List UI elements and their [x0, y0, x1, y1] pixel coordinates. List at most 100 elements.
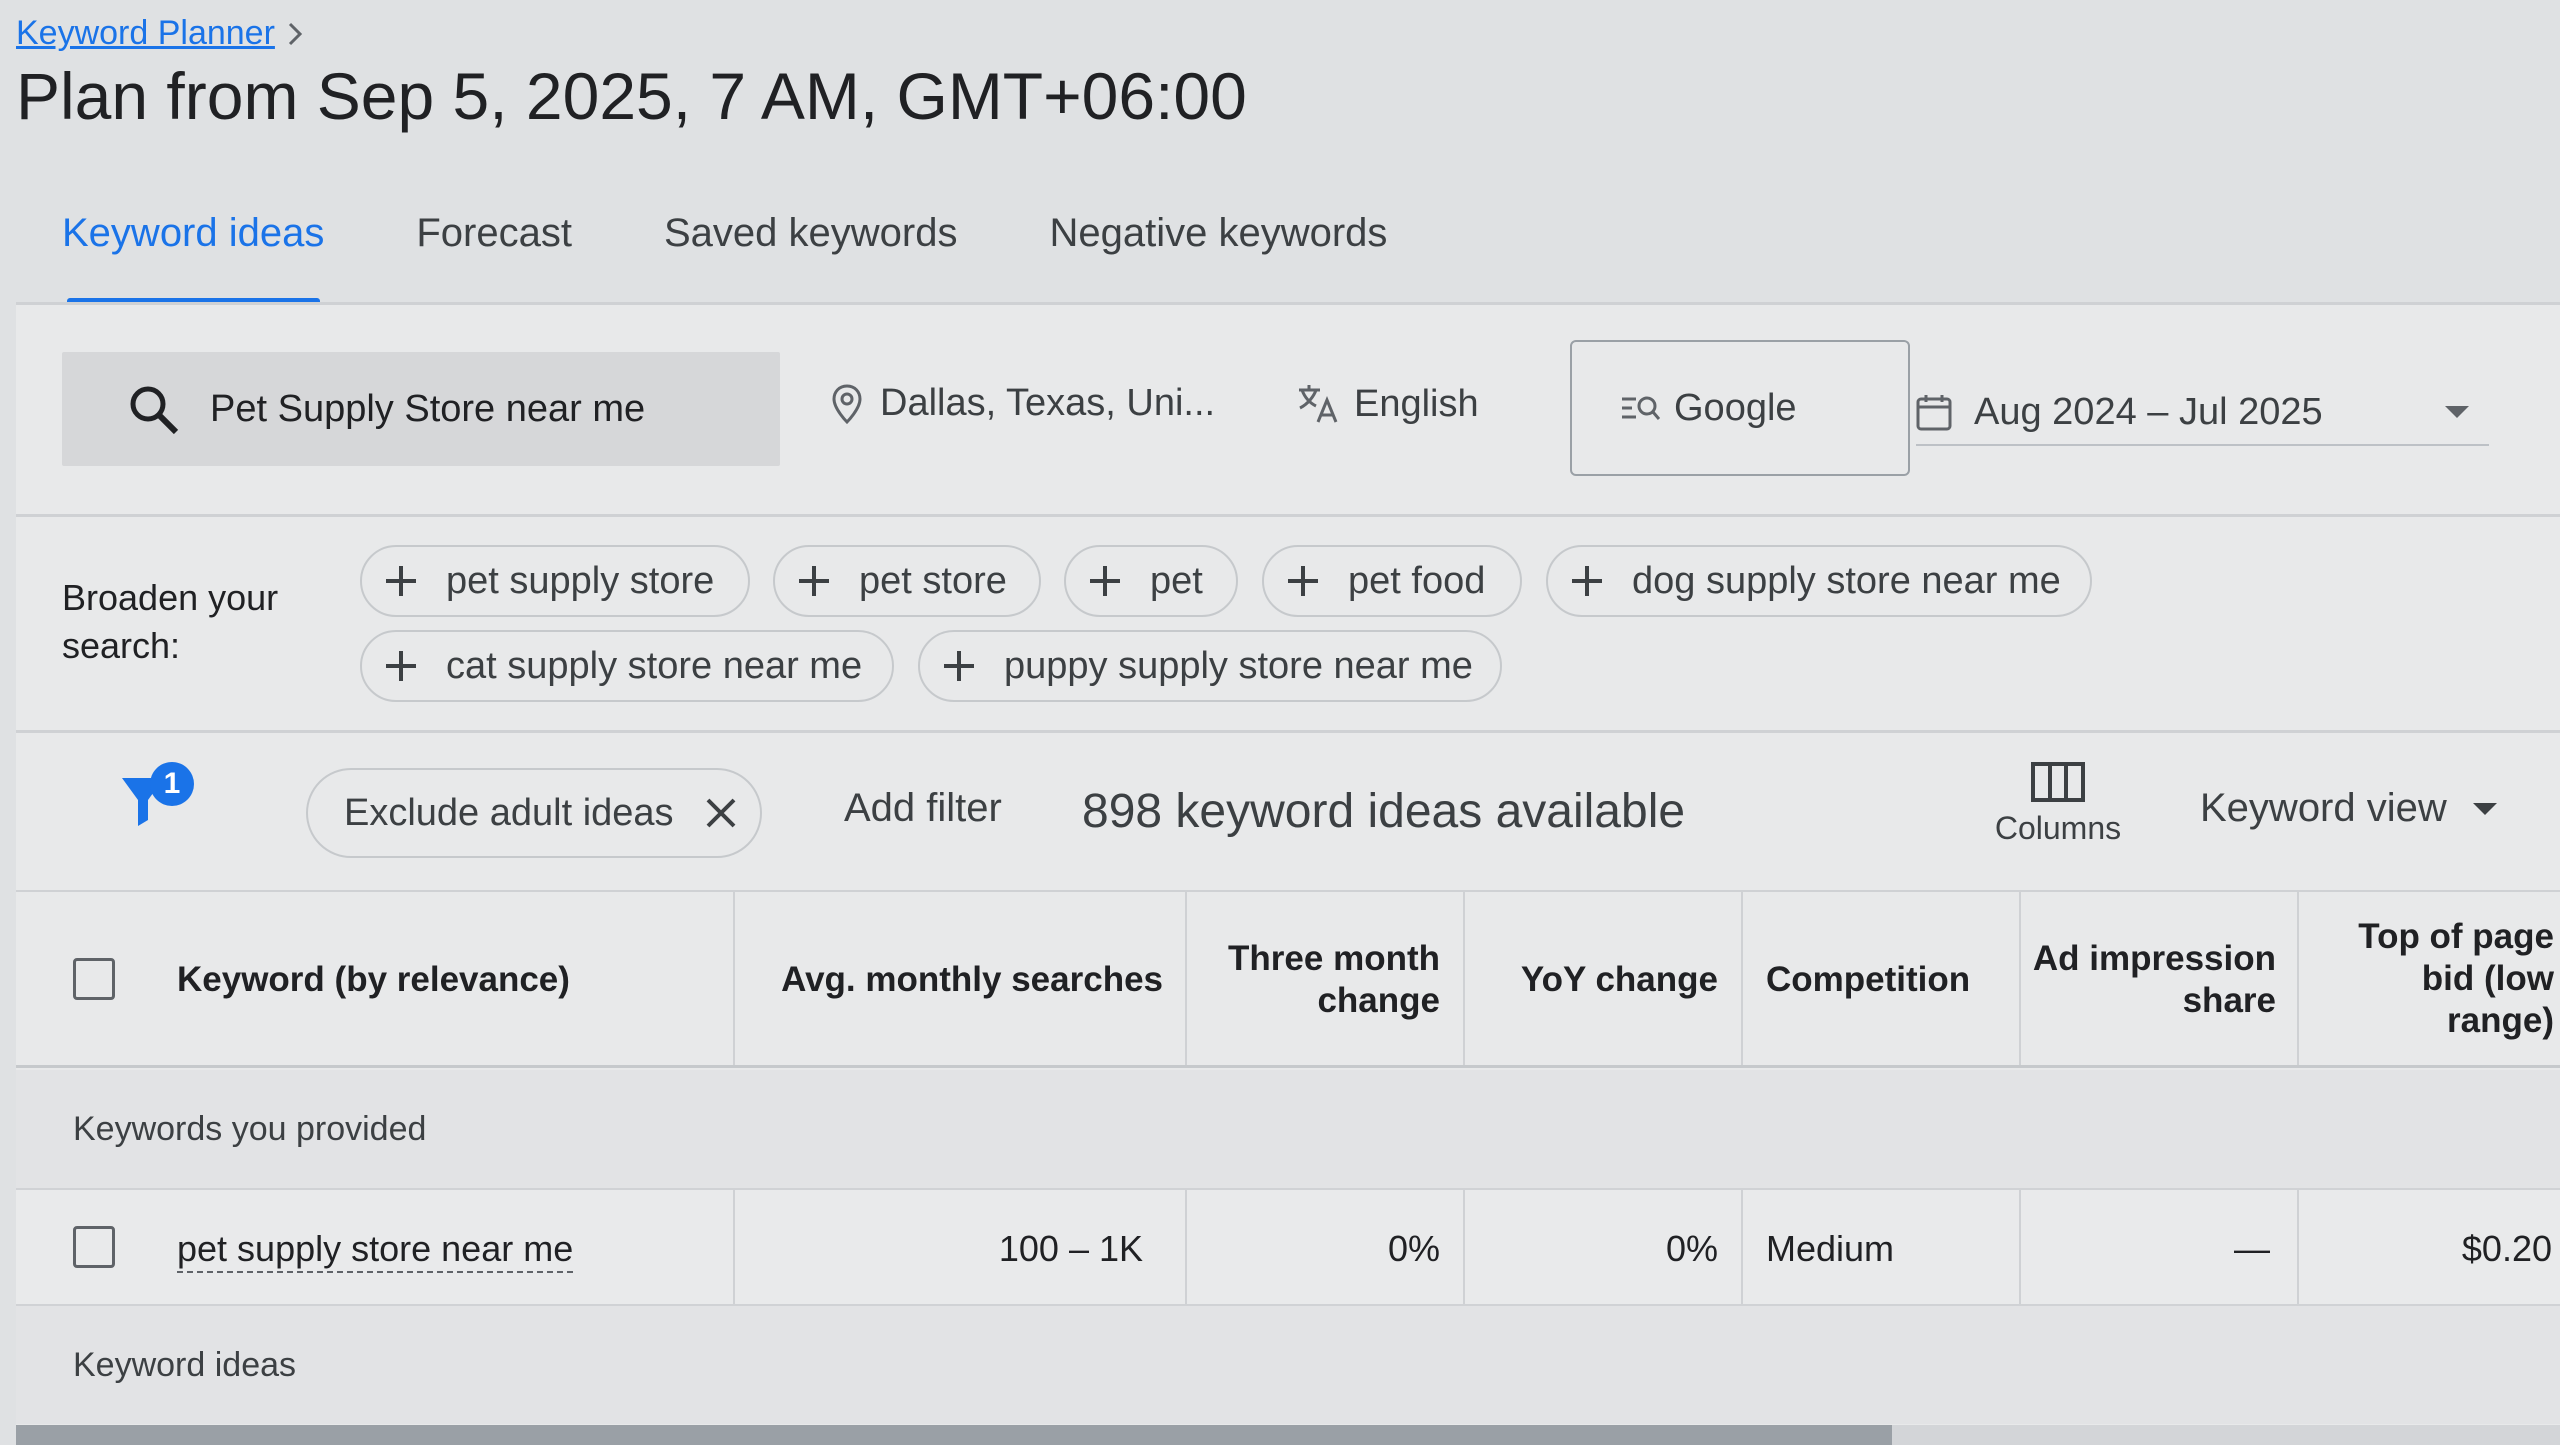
columns-button[interactable]: Columns: [1986, 762, 2130, 847]
group-header-ideas: Keyword ideas: [16, 1306, 2560, 1424]
page-title: Plan from Sep 5, 2025, 7 AM, GMT+06:00: [16, 59, 1247, 133]
plus-icon: [799, 566, 829, 596]
columns-label: Columns: [1994, 810, 2122, 846]
filter-count-badge: 1: [150, 762, 194, 806]
broaden-chip[interactable]: pet food: [1262, 545, 1522, 617]
three-month-change-cell: 0%: [1387, 1228, 1440, 1269]
tab-label: Keyword ideas: [62, 211, 325, 255]
group-label: Keyword ideas: [73, 1346, 297, 1384]
group-header-provided: Keywords you provided: [16, 1070, 2560, 1188]
yoy-change-cell: 0%: [1665, 1228, 1718, 1269]
column-divider: [1741, 892, 1743, 1065]
breadcrumb-keyword-planner-link[interactable]: Keyword Planner: [16, 14, 275, 53]
broaden-chip[interactable]: puppy supply store near me: [918, 630, 1502, 702]
horizontal-scrollbar[interactable]: [16, 1425, 2560, 1445]
broaden-chip[interactable]: pet supply store: [360, 545, 750, 617]
keyword-view-dropdown[interactable]: Keyword view: [2200, 786, 2499, 831]
header-line: Ad impression: [2032, 939, 2276, 978]
header-keyword[interactable]: Keyword (by relevance): [177, 959, 570, 1001]
chip-label: pet: [1150, 559, 1203, 602]
table-row: pet supply store near me 100 – 1K 0% 0% …: [16, 1188, 2560, 1306]
location-selector[interactable]: Dallas, Texas, Uni...: [832, 382, 1215, 425]
tab-forecast[interactable]: Forecast: [370, 200, 618, 304]
select-all-checkbox[interactable]: [73, 958, 115, 1000]
broaden-chip[interactable]: pet: [1064, 545, 1238, 617]
header-line: share: [2182, 981, 2276, 1020]
columns-icon: [2031, 762, 2085, 802]
divider: [16, 730, 2560, 733]
column-divider: [2019, 1190, 2021, 1304]
broaden-label-line: Broaden your: [62, 577, 279, 618]
plus-icon: [386, 566, 416, 596]
location-value: Dallas, Texas, Uni...: [880, 382, 1216, 424]
column-divider: [2297, 1190, 2299, 1304]
header-line: Three month: [1228, 939, 1440, 978]
broaden-chip[interactable]: dog supply store near me: [1546, 545, 2092, 617]
avg-monthly-searches-cell: 100 – 1K: [998, 1228, 1143, 1269]
breadcrumb: Keyword Planner: [16, 14, 305, 53]
chip-label: puppy supply store near me: [1004, 644, 1473, 687]
header-line: Top of page: [2358, 917, 2554, 956]
broaden-chip[interactable]: cat supply store near me: [360, 630, 894, 702]
tab-label: Forecast: [416, 211, 572, 255]
broaden-label: Broaden your search:: [62, 574, 278, 670]
chip-label: cat supply store near me: [446, 644, 863, 687]
close-icon[interactable]: [704, 796, 738, 830]
date-range-selector[interactable]: Aug 2024 – Jul 2025: [1916, 380, 2489, 446]
search-icon: [130, 386, 179, 435]
row-checkbox[interactable]: [73, 1226, 115, 1268]
ideas-count: 898 keyword ideas available: [1082, 785, 1686, 838]
search-network-icon: [1622, 396, 1660, 420]
divider: [16, 302, 2560, 305]
header-competition[interactable]: Competition: [1766, 959, 1970, 1001]
tab-negative-keywords[interactable]: Negative keywords: [1003, 200, 1433, 304]
table-header: Keyword (by relevance) Avg. monthly sear…: [16, 890, 2560, 1068]
scrollbar-thumb[interactable]: [16, 1425, 1892, 1445]
header-yoy-change[interactable]: YoY change: [1521, 959, 1718, 1001]
plus-icon: [1090, 566, 1120, 596]
exclude-adult-ideas-chip[interactable]: Exclude adult ideas: [306, 768, 762, 858]
header-top-of-page-bid-low[interactable]: Top of page bid (low range): [2358, 916, 2554, 1042]
broaden-label-line: search:: [62, 625, 181, 666]
chip-label: pet supply store: [446, 559, 715, 602]
language-selector[interactable]: English: [1296, 382, 1479, 426]
search-query: Pet Supply Store near me: [210, 387, 646, 430]
dropdown-arrow-icon: [2444, 406, 2469, 418]
column-divider: [1463, 1190, 1465, 1304]
column-divider: [1185, 1190, 1187, 1304]
keyword-search-box[interactable]: Pet Supply Store near me: [62, 352, 780, 466]
top-of-page-bid-cell: $0.20: [2461, 1228, 2552, 1269]
filter-chip-label: Exclude adult ideas: [344, 791, 674, 834]
search-network-selector[interactable]: Google: [1570, 340, 1910, 476]
plus-icon: [1288, 566, 1318, 596]
divider: [16, 514, 2560, 517]
tab-saved-keywords[interactable]: Saved keywords: [618, 200, 1003, 304]
column-divider: [2297, 892, 2299, 1065]
header-ad-impression-share[interactable]: Ad impression share: [2033, 938, 2276, 1022]
keyword-cell[interactable]: pet supply store near me: [177, 1228, 573, 1270]
column-divider: [733, 1190, 735, 1304]
language-value: English: [1354, 382, 1479, 425]
header-three-month-change[interactable]: Three month change: [1228, 938, 1440, 1022]
ad-impression-share-cell: —: [2234, 1228, 2270, 1269]
column-divider: [733, 892, 735, 1065]
plus-icon: [1572, 566, 1602, 596]
tab-label: Negative keywords: [1049, 211, 1388, 255]
network-value: Google: [1674, 386, 1797, 429]
broaden-chip[interactable]: pet store: [773, 545, 1041, 617]
column-divider: [1185, 892, 1187, 1065]
plus-icon: [386, 651, 416, 681]
date-range-value: Aug 2024 – Jul 2025: [1974, 390, 2323, 433]
competition-cell: Medium: [1766, 1228, 1895, 1269]
location-pin-icon: [832, 383, 862, 424]
column-divider: [1741, 1190, 1743, 1304]
header-avg-monthly-searches[interactable]: Avg. monthly searches: [781, 959, 1163, 1001]
tab-keyword-ideas[interactable]: Keyword ideas: [16, 200, 370, 304]
keyword-view-label: Keyword view: [2200, 786, 2447, 830]
group-label: Keywords you provided: [73, 1110, 427, 1148]
header-line: range): [2447, 1001, 2554, 1040]
column-divider: [2019, 892, 2021, 1065]
dropdown-arrow-icon: [2472, 802, 2497, 815]
tab-bar: Keyword ideas Forecast Saved keywords Ne…: [16, 200, 1433, 304]
add-filter-button[interactable]: Add filter: [844, 786, 1002, 831]
